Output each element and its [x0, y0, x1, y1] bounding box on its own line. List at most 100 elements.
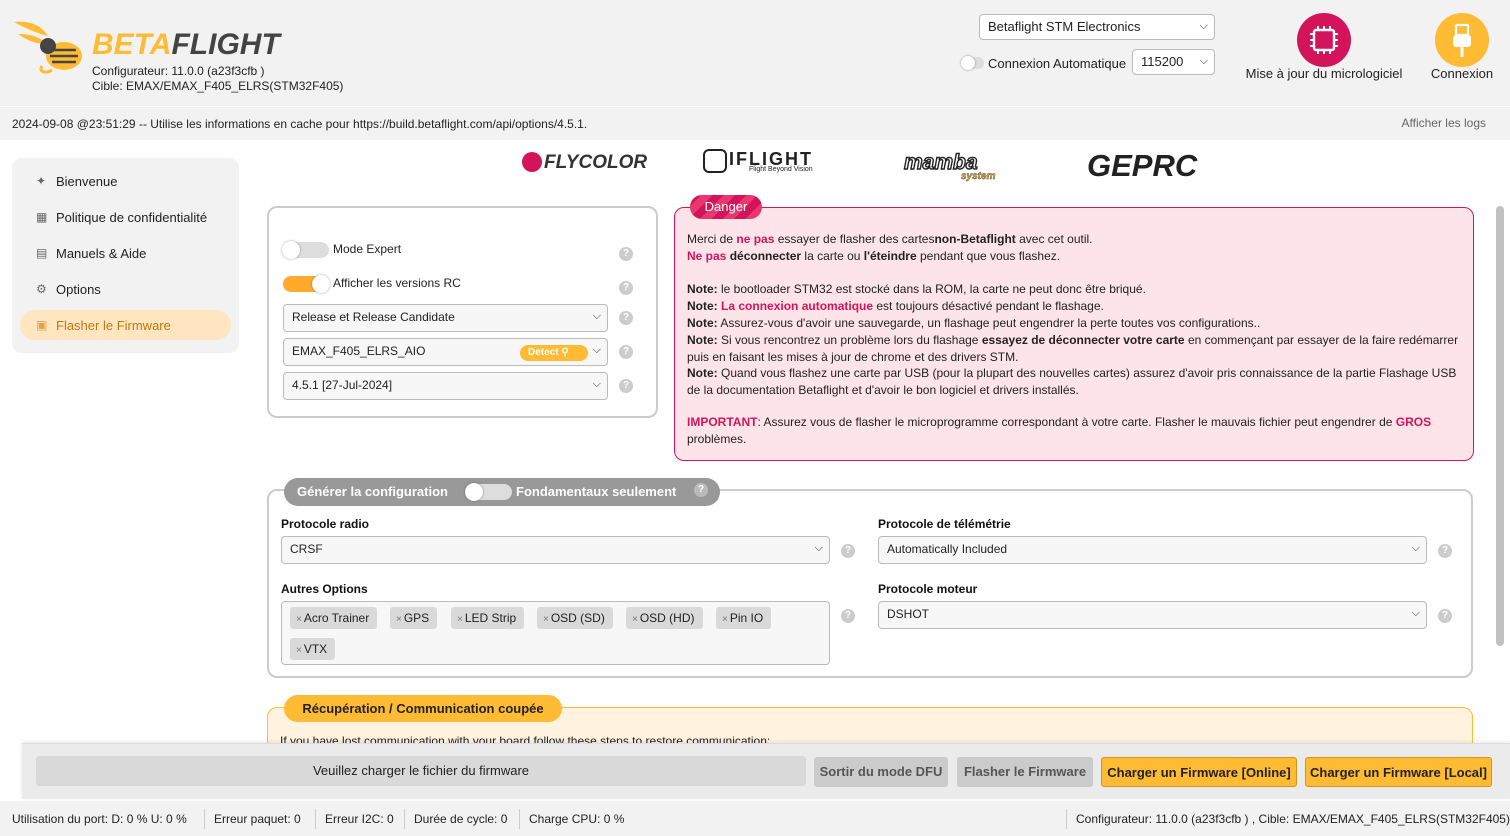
sidebar-item-options[interactable]: ⚙ Options	[20, 274, 231, 304]
packet-error: Erreur paquet: 0	[214, 812, 301, 826]
remove-icon[interactable]: ×	[296, 614, 302, 625]
core-only-label: Fondamentaux seulement	[516, 484, 677, 499]
build-configuration-title: Générer la configuration	[297, 484, 448, 499]
status-separator	[404, 809, 405, 829]
status-separator	[315, 809, 316, 829]
motor-protocol-select[interactable]: DSHOT ⌵	[878, 601, 1427, 629]
configurator-status: Configurateur: 11.0.0 (a23f3cfb ) , Cibl…	[1076, 812, 1510, 826]
radio-protocol-select[interactable]: CRSF ⌵	[281, 536, 830, 564]
firmware-update-button[interactable]	[1297, 13, 1351, 67]
danger-note-3: Note: Assurez-vous d'avoir une sauvegard…	[687, 316, 1261, 330]
sidebar-item-manuals[interactable]: ▤ Manuels & Aide	[20, 238, 231, 268]
chevron-down-icon: ⌵	[1199, 55, 1208, 67]
option-tag[interactable]: × OSD (HD)	[626, 607, 703, 629]
help-icon[interactable]: ?	[1438, 544, 1452, 558]
auto-connect-label: Connexion Automatique	[988, 56, 1127, 71]
build-configuration-header: Générer la configuration Fondamentaux se…	[284, 478, 720, 506]
chevron-down-icon: ⌵	[1411, 542, 1420, 554]
load-firmware-local-button[interactable]: Charger un Firmware [Local]	[1305, 757, 1492, 787]
status-separator	[1066, 809, 1067, 829]
log-bar: 2024-09-08 @23:51:29 -- Utilise les info…	[0, 106, 1510, 140]
help-icon[interactable]: ?	[619, 247, 633, 261]
help-icon[interactable]: ?	[841, 609, 855, 623]
remove-icon[interactable]: ×	[543, 614, 549, 625]
configurator-version: Configurateur: 11.0.0 (a23f3cfb )	[92, 64, 265, 78]
target-board: Cible: EMAX/EMAX_F405_ELRS(STM32F405)	[92, 79, 344, 93]
help-icon[interactable]: ?	[1438, 609, 1452, 623]
mamba-logo: mamba system	[903, 146, 1021, 184]
danger-note-2: Note: La connexion automatique est toujo…	[687, 299, 1104, 313]
chevron-down-icon: ⌵	[592, 310, 601, 322]
sidebar: ✦ Bienvenue ▦ Politique de confidentiali…	[12, 158, 239, 353]
chevron-down-icon: ⌵	[592, 378, 601, 390]
show-rc-toggle[interactable]	[283, 275, 330, 293]
cycle-time: Durée de cycle: 0	[414, 812, 508, 826]
port-select[interactable]: Betaflight STM Electronics ⌵	[979, 14, 1215, 40]
chip-icon	[1310, 26, 1338, 54]
board-select[interactable]: EMAX_F405_ELRS_AIO Detect ⚲ ⌵	[283, 338, 608, 366]
status-bar: Utilisation du port: D: 0 % U: 0 % Erreu…	[0, 801, 1510, 836]
help-icon[interactable]: ?	[619, 379, 633, 393]
sidebar-item-privacy[interactable]: ▦ Politique de confidentialité	[20, 202, 231, 232]
auto-connect-toggle[interactable]	[961, 56, 984, 70]
motor-protocol-label: Protocole moteur	[878, 582, 978, 596]
exit-dfu-button[interactable]: Sortir du mode DFU	[814, 757, 948, 787]
status-separator	[519, 809, 520, 829]
help-icon[interactable]: ?	[619, 345, 633, 359]
status-separator	[204, 809, 205, 829]
firmware-version-select[interactable]: 4.5.1 [27-Jul-2024] ⌵	[283, 372, 608, 400]
danger-important: IMPORTANT: Assurez vous de flasher le mi…	[687, 415, 1432, 446]
sidebar-item-firmware-flasher[interactable]: ▣ Flasher le Firmware	[20, 310, 231, 340]
chevron-down-icon: ⌵	[1199, 20, 1208, 32]
betaflight-bee-logo-icon	[14, 21, 82, 74]
search-icon: ⚲	[561, 347, 569, 358]
svg-text:GEPRC: GEPRC	[1087, 148, 1198, 183]
option-tag[interactable]: × GPS	[390, 607, 438, 629]
help-icon[interactable]: ?	[619, 281, 633, 295]
help-icon[interactable]: ?	[694, 483, 708, 497]
chip-icon: ▣	[36, 318, 48, 332]
telemetry-protocol-label: Protocole de télémétrie	[878, 517, 1011, 531]
svg-text:FLYCOLOR: FLYCOLOR	[544, 152, 647, 173]
remove-icon[interactable]: ×	[722, 614, 728, 625]
remove-icon[interactable]: ×	[457, 614, 463, 625]
expert-mode-toggle[interactable]	[282, 241, 329, 259]
detect-board-button[interactable]: Detect ⚲	[520, 345, 588, 361]
i2c-error: Erreur I2C: 0	[325, 812, 394, 826]
svg-text:system: system	[961, 171, 996, 182]
cpu-load: Charge CPU: 0 %	[529, 812, 625, 826]
iflight-logo: IFLIGHT Flight Beyond Vision	[703, 146, 855, 184]
help-icon[interactable]: ?	[619, 311, 633, 325]
scrollbar-thumb[interactable]	[1496, 206, 1504, 646]
core-only-toggle[interactable]	[465, 483, 512, 501]
telemetry-protocol-select[interactable]: Automatically Included ⌵	[878, 536, 1427, 564]
baud-select[interactable]: 115200 ⌵	[1132, 49, 1215, 75]
recovery-header: Récupération / Communication coupée	[284, 695, 562, 722]
log-message: 2024-09-08 @23:51:29 -- Utilise les info…	[12, 117, 588, 131]
release-type-select[interactable]: Release et Release Candidate ⌵	[283, 304, 608, 332]
option-tag[interactable]: × LED Strip	[451, 607, 525, 629]
danger-line-1: Merci de ne pas essayer de flasher des c…	[687, 232, 1093, 246]
remove-icon[interactable]: ×	[396, 614, 402, 625]
danger-badge: Danger	[690, 195, 762, 219]
help-icon[interactable]: ?	[841, 544, 855, 558]
usb-icon	[1453, 23, 1471, 57]
option-tag[interactable]: × Acro Trainer	[290, 607, 378, 629]
remove-icon[interactable]: ×	[632, 614, 638, 625]
connect-button[interactable]	[1435, 13, 1489, 67]
sidebar-item-welcome[interactable]: ✦ Bienvenue	[20, 166, 231, 196]
chevron-down-icon: ⌵	[814, 542, 823, 554]
danger-note-1: Note: le bootloader STM32 est stocké dan…	[687, 282, 1146, 296]
load-firmware-online-button[interactable]: Charger un Firmware [Online]	[1101, 757, 1297, 787]
remove-icon[interactable]: ×	[296, 645, 302, 656]
option-tag[interactable]: × OSD (SD)	[537, 607, 613, 629]
show-logs-link[interactable]: Afficher les logs	[1402, 116, 1487, 130]
option-tag[interactable]: × VTX	[290, 638, 336, 660]
welcome-icon: ✦	[36, 174, 47, 188]
connect-label: Connexion	[1430, 66, 1494, 81]
firmware-update-label: Mise à jour du micrologiciel	[1245, 66, 1403, 81]
chevron-down-icon: ⌵	[1411, 607, 1420, 619]
option-tag[interactable]: × Pin IO	[716, 607, 772, 629]
flash-firmware-button[interactable]: Flasher le Firmware	[957, 757, 1093, 787]
book-icon: ▤	[36, 246, 48, 260]
